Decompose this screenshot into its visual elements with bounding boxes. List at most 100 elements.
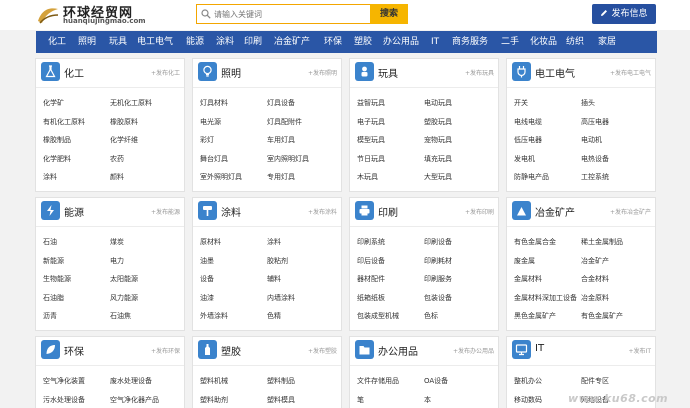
search-input[interactable] bbox=[214, 7, 364, 21]
subcategory-link[interactable]: 整机办公 bbox=[514, 376, 542, 386]
subcategory-link[interactable]: 塑料机械 bbox=[200, 376, 228, 386]
card-title[interactable]: IT bbox=[535, 343, 544, 354]
nav-item[interactable]: 冶金矿产 bbox=[274, 31, 310, 53]
card-title[interactable]: 办公用品 bbox=[378, 343, 418, 358]
subcategory-link[interactable]: 冶金矿产 bbox=[581, 256, 609, 266]
subcategory-link[interactable]: 化学纤维 bbox=[110, 135, 138, 145]
nav-item[interactable]: IT bbox=[431, 31, 439, 53]
subcategory-link[interactable]: 电子玩具 bbox=[357, 117, 385, 127]
nav-item[interactable]: 办公用品 bbox=[383, 31, 419, 53]
subcategory-link[interactable]: 金属材料深加工设备 bbox=[514, 293, 577, 303]
subcategory-link[interactable]: 益智玩具 bbox=[357, 98, 385, 108]
subcategory-link[interactable]: 电动机 bbox=[581, 135, 602, 145]
subcategory-link[interactable]: 涂料 bbox=[267, 237, 281, 247]
subcategory-link[interactable]: 印刷设备 bbox=[424, 237, 452, 247]
subcategory-link[interactable]: 煤炭 bbox=[110, 237, 124, 247]
nav-item[interactable]: 化妆品 bbox=[530, 31, 557, 53]
nav-item[interactable]: 化工 bbox=[48, 31, 66, 53]
subcategory-link[interactable]: 农药 bbox=[110, 154, 124, 164]
nav-item[interactable]: 环保 bbox=[324, 31, 342, 53]
subcategory-link[interactable]: 风力能源 bbox=[110, 293, 138, 303]
nav-item[interactable]: 照明 bbox=[78, 31, 96, 53]
subcategory-link[interactable]: 有色金属矿产 bbox=[581, 311, 623, 321]
subcategory-link[interactable]: 灯具配附件 bbox=[267, 117, 302, 127]
subcategory-link[interactable]: 包装成型机械 bbox=[357, 311, 399, 321]
card-title[interactable]: 塑胶 bbox=[221, 343, 241, 358]
nav-item[interactable]: 商务服务 bbox=[452, 31, 488, 53]
card-title[interactable]: 涂料 bbox=[221, 204, 241, 219]
subcategory-link[interactable]: 污水处理设备 bbox=[43, 395, 85, 405]
subcategory-link[interactable]: 填充玩具 bbox=[424, 154, 452, 164]
subcategory-link[interactable]: 新能源 bbox=[43, 256, 64, 266]
subcategory-link[interactable]: OA设备 bbox=[424, 376, 448, 386]
subcategory-link[interactable]: 空气净化器产品 bbox=[110, 395, 159, 405]
card-title[interactable]: 环保 bbox=[64, 343, 84, 358]
subcategory-link[interactable]: 外墙涂料 bbox=[200, 311, 228, 321]
subcategory-link[interactable]: 舞台灯具 bbox=[200, 154, 228, 164]
card-post-link[interactable]: +发布化工 bbox=[151, 68, 180, 77]
nav-item[interactable]: 二手 bbox=[501, 31, 519, 53]
subcategory-link[interactable]: 模型玩具 bbox=[357, 135, 385, 145]
card-post-link[interactable]: +发布IT bbox=[629, 346, 651, 355]
nav-item[interactable]: 玩具 bbox=[109, 31, 127, 53]
subcategory-link[interactable]: 石油焦 bbox=[110, 311, 131, 321]
card-post-link[interactable]: +发布电工电气 bbox=[610, 68, 651, 77]
subcategory-link[interactable]: 开关 bbox=[514, 98, 528, 108]
subcategory-link[interactable]: 废水处理设备 bbox=[110, 376, 152, 386]
subcategory-link[interactable]: 印刷服务 bbox=[424, 274, 452, 284]
nav-item[interactable]: 纺织 bbox=[566, 31, 584, 53]
card-title[interactable]: 印刷 bbox=[378, 204, 398, 219]
subcategory-link[interactable]: 移动数码 bbox=[514, 395, 542, 405]
card-post-link[interactable]: +发布照明 bbox=[308, 68, 337, 77]
card-post-link[interactable]: +发布玩具 bbox=[465, 68, 494, 77]
subcategory-link[interactable]: 发电机 bbox=[514, 154, 535, 164]
subcategory-link[interactable]: 宠物玩具 bbox=[424, 135, 452, 145]
subcategory-link[interactable]: 设备 bbox=[200, 274, 214, 284]
subcategory-link[interactable]: 室内照明灯具 bbox=[267, 154, 309, 164]
nav-item[interactable]: 塑胶 bbox=[354, 31, 372, 53]
subcategory-link[interactable]: 防静电产品 bbox=[514, 172, 549, 182]
nav-item[interactable]: 家居 bbox=[598, 31, 616, 53]
card-title[interactable]: 玩具 bbox=[378, 65, 398, 80]
subcategory-link[interactable]: 纸箱纸板 bbox=[357, 293, 385, 303]
card-post-link[interactable]: +发布办公用品 bbox=[453, 346, 494, 355]
subcategory-link[interactable]: 胶粘剂 bbox=[267, 256, 288, 266]
subcategory-link[interactable]: 室外照明灯具 bbox=[200, 172, 242, 182]
nav-item[interactable]: 涂料 bbox=[216, 31, 234, 53]
subcategory-link[interactable]: 塑料助剂 bbox=[200, 395, 228, 405]
search-button[interactable]: 搜索 bbox=[370, 4, 408, 24]
subcategory-link[interactable]: 涂料 bbox=[43, 172, 57, 182]
subcategory-link[interactable]: 颜料 bbox=[110, 172, 124, 182]
subcategory-link[interactable]: 化学矿 bbox=[43, 98, 64, 108]
subcategory-link[interactable]: 电光源 bbox=[200, 117, 221, 127]
subcategory-link[interactable]: 灯具设备 bbox=[267, 98, 295, 108]
subcategory-link[interactable]: 笔 bbox=[357, 395, 364, 405]
card-post-link[interactable]: +发布印刷 bbox=[465, 207, 494, 216]
card-post-link[interactable]: +发布能源 bbox=[151, 207, 180, 216]
subcategory-link[interactable]: 电线电缆 bbox=[514, 117, 542, 127]
subcategory-link[interactable]: 印后设备 bbox=[357, 256, 385, 266]
subcategory-link[interactable]: 工控系统 bbox=[581, 172, 609, 182]
subcategory-link[interactable]: 本 bbox=[424, 395, 431, 405]
subcategory-link[interactable]: 辅料 bbox=[267, 274, 281, 284]
subcategory-link[interactable]: 大型玩具 bbox=[424, 172, 452, 182]
post-info-button[interactable]: 发布信息 bbox=[592, 4, 656, 24]
subcategory-link[interactable]: 无机化工原料 bbox=[110, 98, 152, 108]
subcategory-link[interactable]: 橡胶原料 bbox=[110, 117, 138, 127]
subcategory-link[interactable]: 电热设备 bbox=[581, 154, 609, 164]
subcategory-link[interactable]: 色标 bbox=[424, 311, 438, 321]
subcategory-link[interactable]: 印刷系统 bbox=[357, 237, 385, 247]
subcategory-link[interactable]: 空气净化装置 bbox=[43, 376, 85, 386]
subcategory-link[interactable]: 低压电器 bbox=[514, 135, 542, 145]
subcategory-link[interactable]: 包装设备 bbox=[424, 293, 452, 303]
card-title[interactable]: 化工 bbox=[64, 65, 84, 80]
subcategory-link[interactable]: 塑料模具 bbox=[267, 395, 295, 405]
subcategory-link[interactable]: 电力 bbox=[110, 256, 124, 266]
subcategory-link[interactable]: 油漆 bbox=[200, 293, 214, 303]
subcategory-link[interactable]: 金属材料 bbox=[514, 274, 542, 284]
subcategory-link[interactable]: 彩灯 bbox=[200, 135, 214, 145]
subcategory-link[interactable]: 插头 bbox=[581, 98, 595, 108]
nav-item[interactable]: 印刷 bbox=[244, 31, 262, 53]
subcategory-link[interactable]: 有色金属合金 bbox=[514, 237, 556, 247]
subcategory-link[interactable]: 沥青 bbox=[43, 311, 57, 321]
